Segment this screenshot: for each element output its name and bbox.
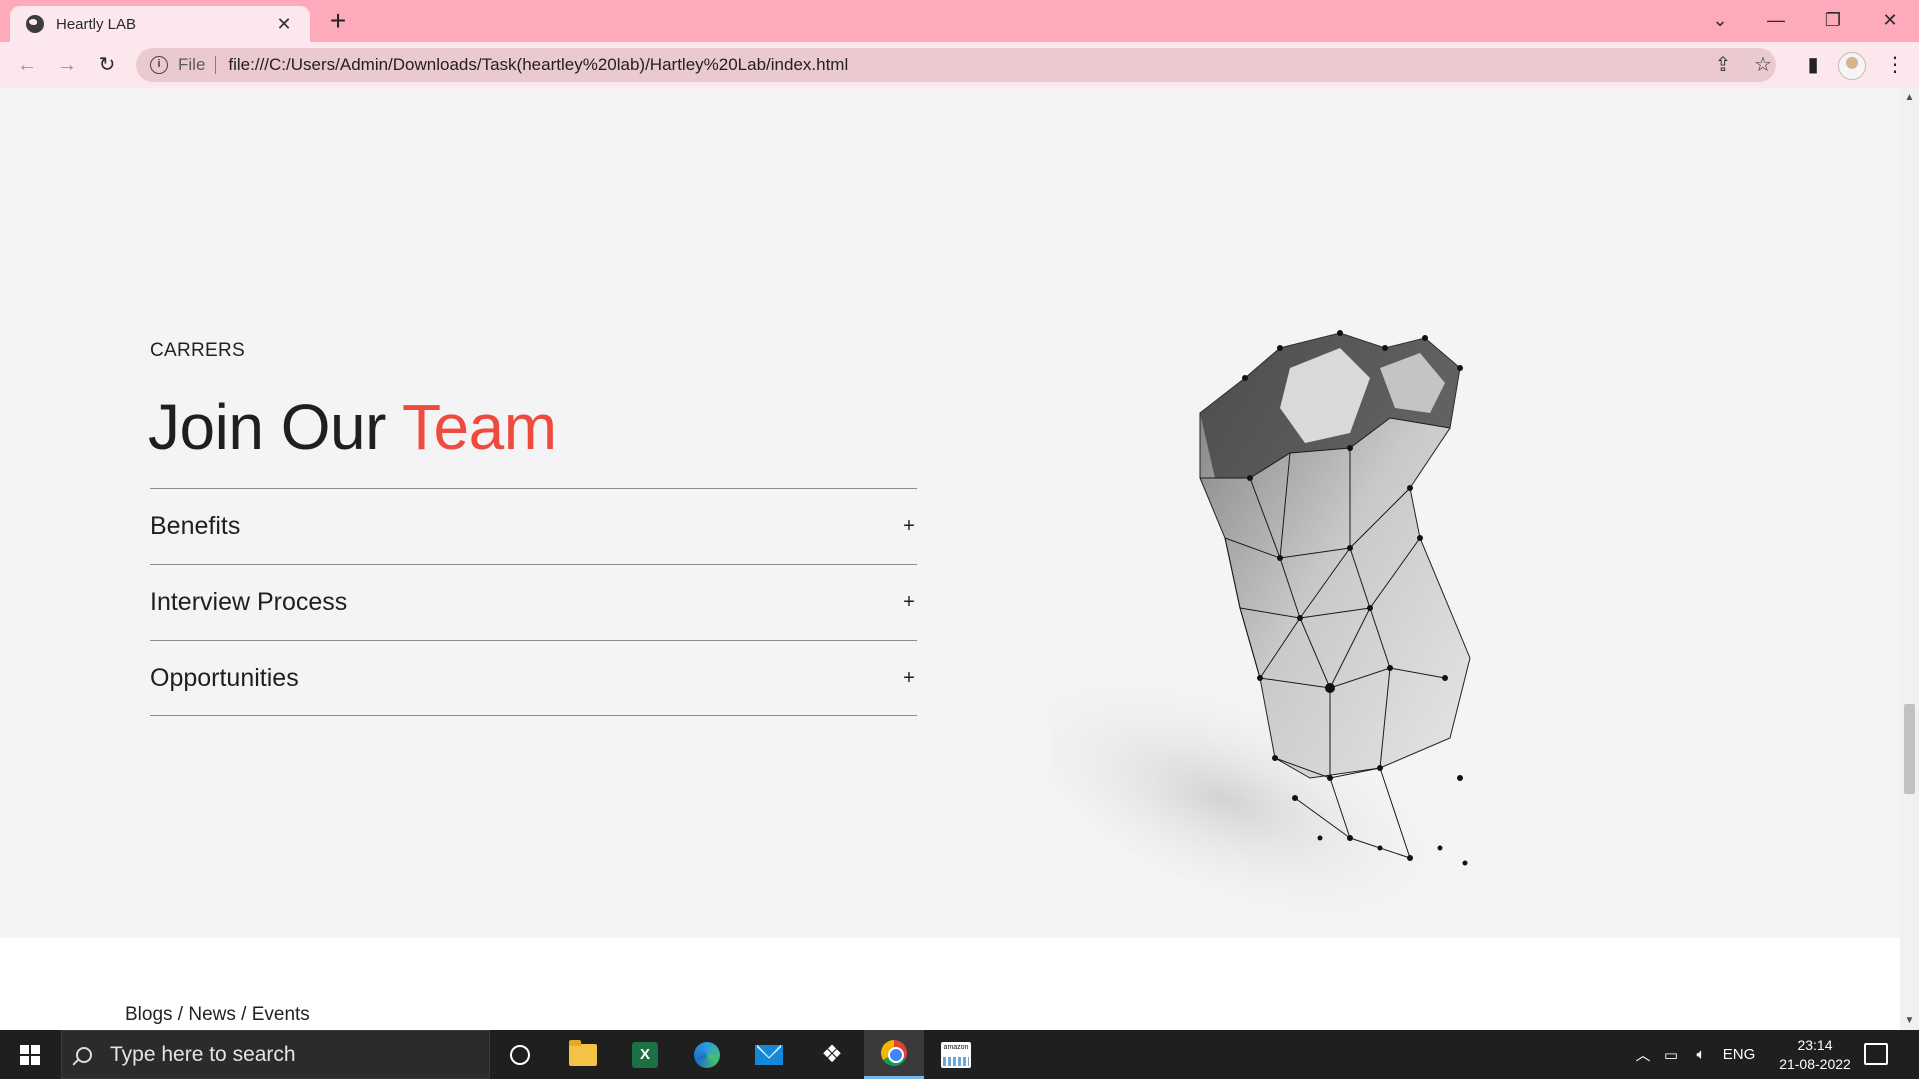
folder-icon	[569, 1039, 597, 1066]
chrome-icon	[881, 1040, 907, 1066]
dropbox-icon: ❖	[821, 1041, 843, 1068]
notification-center-icon[interactable]	[1864, 1043, 1888, 1065]
page-scrollbar[interactable]: ▲ ▼	[1900, 88, 1919, 1030]
restore-button[interactable]: ❐	[1805, 0, 1861, 42]
search-placeholder: Type here to search	[110, 1042, 296, 1066]
page-title: Join Our Team	[148, 390, 557, 464]
plus-icon[interactable]: +	[901, 667, 917, 690]
file-explorer-button[interactable]	[553, 1030, 613, 1079]
battery-icon[interactable]: ▭	[1658, 1030, 1684, 1079]
chrome-button[interactable]	[864, 1030, 924, 1079]
amazon-icon: amazon	[941, 1041, 971, 1068]
accordion-item-interview-process[interactable]: Interview Process +	[150, 564, 917, 640]
plus-icon[interactable]: +	[901, 591, 917, 614]
mail-icon	[755, 1044, 783, 1065]
cortana-button[interactable]	[490, 1030, 550, 1079]
url-text[interactable]: file:///C:/Users/Admin/Downloads/Task(he…	[228, 55, 848, 75]
omnibox-divider	[215, 56, 217, 74]
close-window-button[interactable]: ✕	[1862, 0, 1918, 42]
edge-button[interactable]	[677, 1030, 737, 1079]
menu-kebab-icon[interactable]: ⋮	[1880, 50, 1910, 80]
clock-date: 21-08-2022	[1779, 1056, 1851, 1072]
title-main: Join Our	[148, 391, 402, 463]
amazon-button[interactable]: amazon	[926, 1030, 986, 1079]
globe-icon	[26, 15, 44, 33]
section-eyebrow: CARRERS	[150, 340, 246, 361]
title-accent: Team	[402, 391, 557, 463]
accordion-label: Interview Process	[150, 588, 348, 616]
search-icon	[76, 1046, 92, 1063]
start-button[interactable]	[0, 1030, 60, 1079]
webpage: CARRERS Join Our Team Benefits + Intervi…	[0, 88, 1900, 1030]
plus-icon[interactable]: +	[901, 515, 917, 538]
excel-icon: X	[632, 1041, 658, 1068]
site-info-icon[interactable]: i	[150, 56, 168, 74]
excel-button[interactable]: X	[615, 1030, 675, 1079]
new-tab-button[interactable]: +	[324, 6, 352, 36]
side-panel-icon[interactable]: ▮	[1798, 50, 1828, 80]
accordion-label: Benefits	[150, 512, 241, 540]
address-bar[interactable]: i File file:///C:/Users/Admin/Downloads/…	[136, 48, 1776, 82]
tab-title: Heartly LAB	[56, 15, 137, 33]
dropbox-button[interactable]: ❖	[802, 1030, 862, 1079]
tab-close-icon[interactable]: ✕	[272, 14, 296, 35]
windows-logo-icon	[20, 1044, 40, 1065]
accordion-item-benefits[interactable]: Benefits +	[150, 488, 917, 564]
tray-overflow-chevron-icon[interactable]: ︿	[1632, 1030, 1654, 1079]
share-icon[interactable]: ⇪	[1706, 48, 1740, 82]
taskbar-clock[interactable]: 23:14 21-08-2022	[1760, 1036, 1870, 1074]
clock-time: 23:14	[1797, 1037, 1833, 1053]
scroll-down-arrow-icon[interactable]: ▼	[1900, 1015, 1919, 1026]
scrollbar-thumb[interactable]	[1904, 704, 1915, 794]
cortana-icon	[510, 1044, 530, 1065]
language-indicator[interactable]: ENG	[1718, 1030, 1760, 1079]
tab-search-button[interactable]: ⌄	[1692, 0, 1748, 42]
browser-toolbar: ← → ↻ i File file:///C:/Users/Admin/Down…	[0, 42, 1919, 88]
minimize-button[interactable]: —	[1748, 0, 1804, 42]
scheme-label: File	[178, 55, 206, 74]
mail-button[interactable]	[739, 1030, 799, 1079]
browser-tabstrip: Heartly LAB ✕ + ⌄ — ❐ ✕	[0, 0, 1919, 42]
windows-taskbar: Type here to search X ❖ amazon ︿ ▭ 🔈︎ EN…	[0, 1030, 1919, 1079]
careers-accordion: Benefits + Interview Process + Opportuni…	[150, 488, 917, 716]
forward-arrow-icon[interactable]: →	[52, 50, 82, 80]
low-poly-fist-illustration	[1050, 330, 1471, 918]
accordion-item-opportunities[interactable]: Opportunities +	[150, 640, 917, 716]
back-arrow-icon[interactable]: ←	[12, 50, 42, 80]
edge-icon	[694, 1041, 720, 1068]
taskbar-search-box[interactable]: Type here to search	[61, 1030, 490, 1079]
reload-icon[interactable]: ↻	[92, 50, 122, 80]
browser-tab[interactable]: Heartly LAB ✕	[10, 6, 310, 42]
blogs-section-title: Blogs / News / Events	[125, 1004, 310, 1025]
bookmark-star-icon[interactable]: ☆	[1746, 48, 1780, 82]
accordion-label: Opportunities	[150, 663, 299, 692]
scroll-up-arrow-icon[interactable]: ▲	[1900, 92, 1919, 103]
profile-avatar[interactable]	[1838, 52, 1866, 80]
volume-icon[interactable]: 🔈︎	[1688, 1030, 1714, 1079]
